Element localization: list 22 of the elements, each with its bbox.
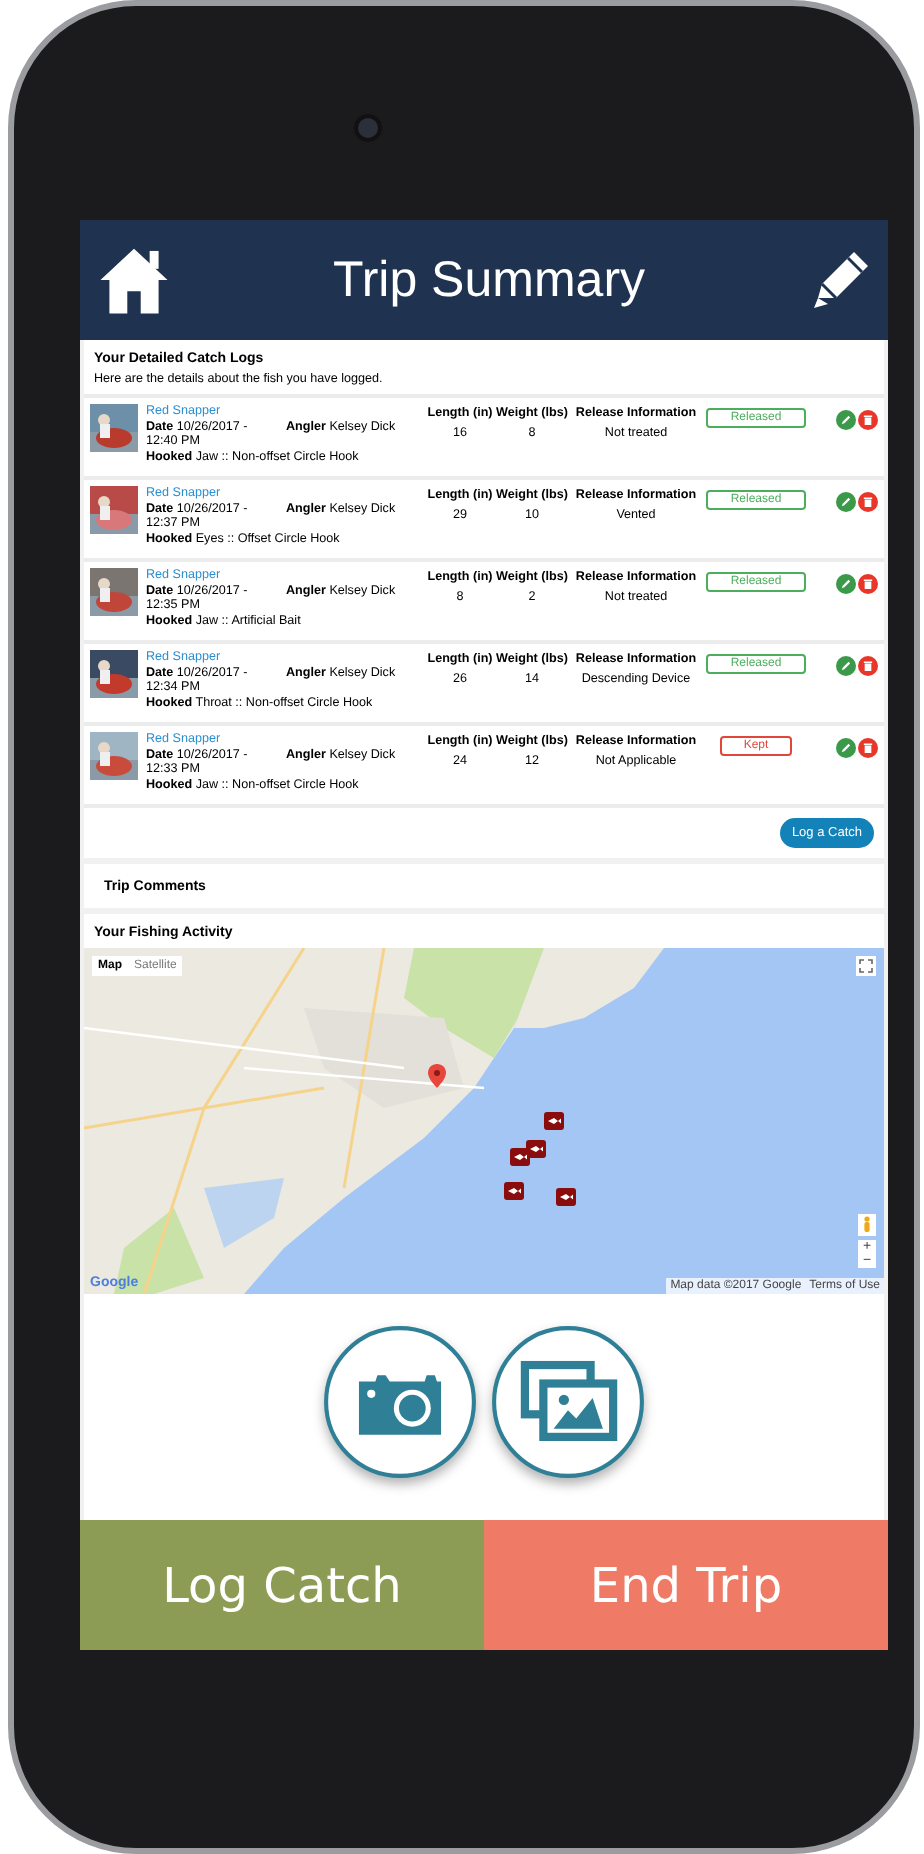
- edit-icon[interactable]: [836, 656, 856, 676]
- edit-icon[interactable]: [836, 492, 856, 512]
- front-camera: [354, 114, 382, 142]
- screen-title: Trip Summary: [332, 251, 646, 309]
- edit-icon[interactable]: [836, 574, 856, 594]
- fish-marker-icon[interactable]: [556, 1188, 576, 1206]
- fish-marker-icon[interactable]: [510, 1148, 530, 1166]
- camera-button[interactable]: [322, 1324, 478, 1480]
- trash-icon[interactable]: [858, 738, 878, 758]
- fish-marker-icon[interactable]: [544, 1112, 564, 1130]
- trash-icon[interactable]: [858, 574, 878, 594]
- log-catch-button[interactable]: Log Catch: [80, 1520, 484, 1650]
- end-trip-button[interactable]: End Trip: [484, 1520, 888, 1650]
- fish-marker-icon[interactable]: [504, 1182, 524, 1200]
- map-pin-icon: [428, 1064, 446, 1088]
- trash-icon[interactable]: [858, 492, 878, 512]
- edit-icon[interactable]: [836, 738, 856, 758]
- trash-icon[interactable]: [858, 410, 878, 430]
- fullscreen-icon[interactable]: [856, 956, 876, 976]
- gallery-button[interactable]: [490, 1324, 646, 1480]
- trash-icon[interactable]: [858, 656, 878, 676]
- edit-icon[interactable]: [836, 410, 856, 430]
